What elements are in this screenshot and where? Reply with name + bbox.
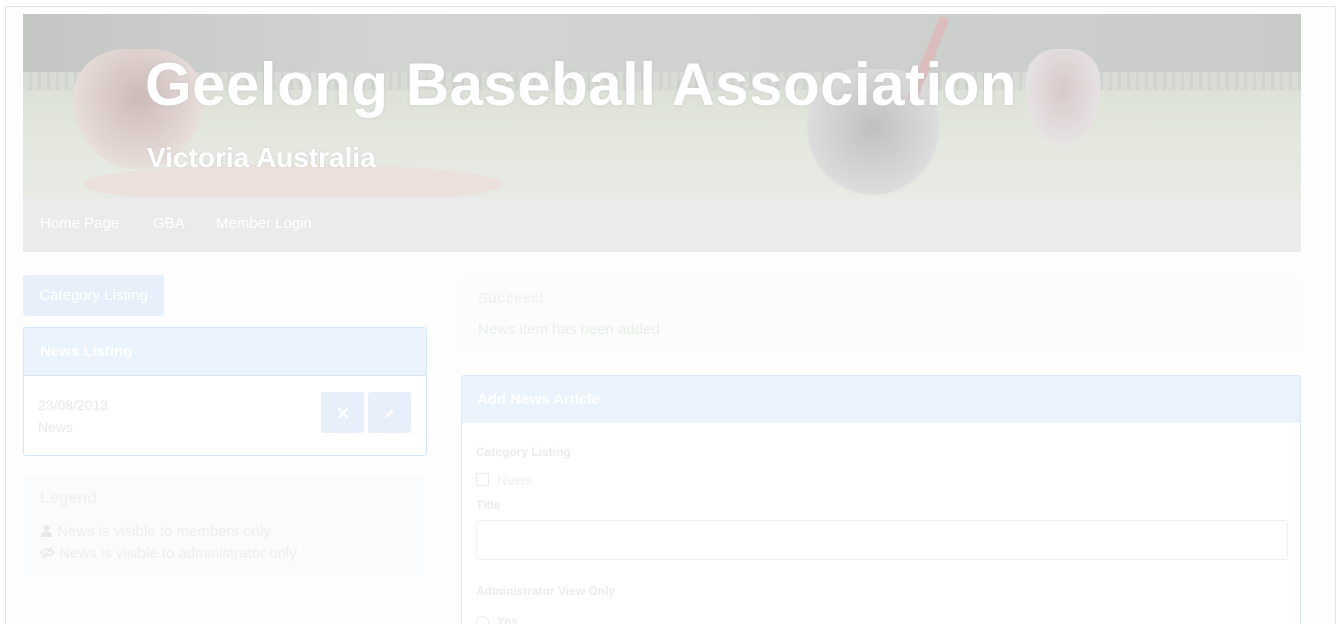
page-frame: Geelong Baseball Association Victoria Au… — [5, 6, 1336, 624]
legend-title: Legend — [40, 490, 97, 507]
site-title: Geelong Baseball Association — [145, 51, 1018, 118]
add-news-form: Add News Article Category Listing News T… — [461, 375, 1301, 624]
main-navbar: Home Page GBA Member Login — [23, 198, 1301, 252]
nav-gba[interactable]: GBA — [153, 215, 185, 232]
title-input[interactable] — [476, 520, 1288, 560]
category-news-label: News — [497, 472, 533, 488]
times-icon — [337, 407, 348, 419]
legend-members-only: News is visible to members only — [40, 523, 271, 540]
news-item-date: 23/08/2013 — [38, 397, 109, 413]
delete-news-button[interactable] — [321, 392, 364, 433]
nav-member-login[interactable]: Member Login — [216, 215, 312, 232]
edit-news-button[interactable] — [368, 392, 411, 433]
legend-admin-only: News is visible to administrator only — [39, 545, 297, 562]
user-icon — [41, 525, 52, 537]
header-banner: Geelong Baseball Association Victoria Au… — [23, 14, 1301, 198]
site-subtitle: Victoria Australia — [147, 142, 376, 173]
alert-message: News item has been added — [478, 321, 660, 338]
category-news-checkbox[interactable] — [476, 473, 489, 486]
news-item-category: News — [38, 419, 74, 435]
admin-view-label: Administrator View Only — [476, 584, 616, 598]
category-listing-button[interactable]: Category Listing — [23, 275, 164, 316]
news-listing-panel: News Listing 23/08/2013 News — [23, 327, 427, 456]
pencil-icon — [385, 408, 394, 418]
nav-home-page[interactable]: Home Page — [40, 215, 119, 232]
category-listing-label: Category Listing — [476, 445, 571, 459]
form-heading: Add News Article — [462, 376, 1300, 423]
title-label: Title — [476, 498, 501, 512]
eye-slash-icon — [39, 546, 56, 559]
banner-runner-image — [1023, 49, 1103, 149]
alert-title: Success! — [478, 290, 544, 307]
news-listing-heading: News Listing — [24, 328, 426, 376]
success-alert: Success! News item has been added — [461, 276, 1299, 352]
legend-panel: Legend News is visible to members only N… — [23, 477, 425, 576]
